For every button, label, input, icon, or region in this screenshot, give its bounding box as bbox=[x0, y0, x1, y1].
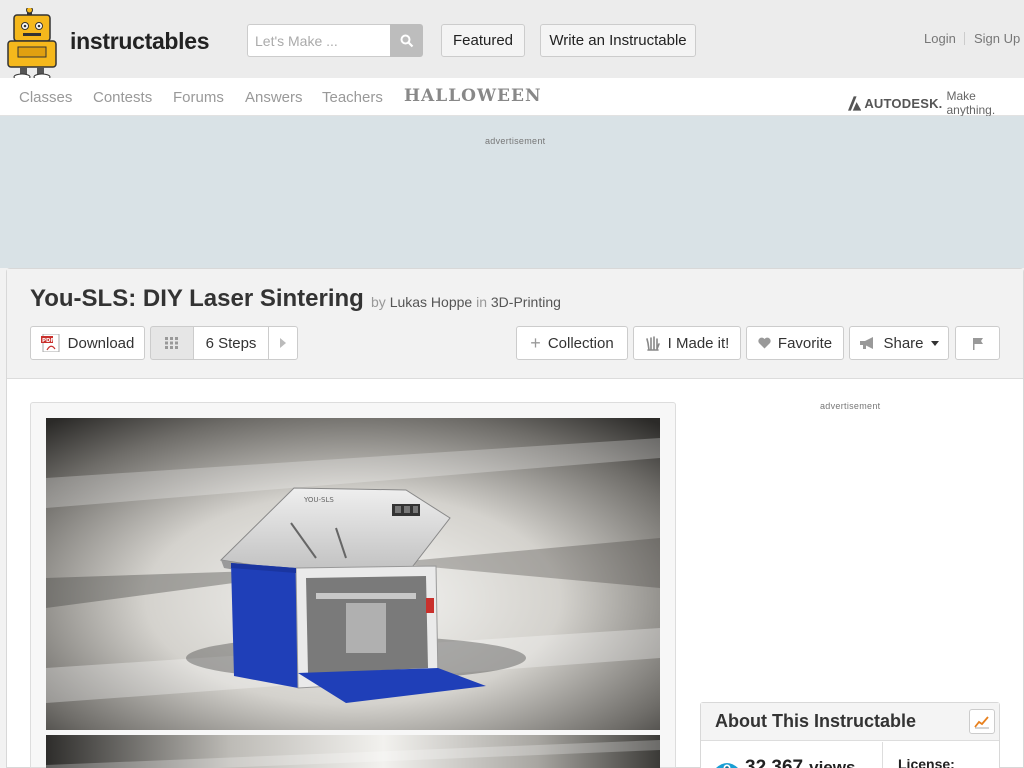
autodesk-branding[interactable]: AUTODESK. Make anything. bbox=[848, 89, 1024, 117]
featured-button[interactable]: Featured bbox=[441, 24, 525, 57]
download-button[interactable]: PDF Download bbox=[30, 326, 145, 360]
made-it-label: I Made it! bbox=[667, 334, 730, 352]
heart-icon bbox=[758, 337, 771, 349]
steps-count[interactable]: 6 Steps bbox=[194, 326, 268, 360]
byline: by Lukas Hoppe in 3D-Printing bbox=[371, 294, 561, 310]
write-instructable-button[interactable]: Write an Instructable bbox=[540, 24, 696, 57]
eye-icon bbox=[716, 763, 738, 768]
category-link[interactable]: 3D-Printing bbox=[491, 294, 561, 310]
nav-item-teachers[interactable]: Teachers bbox=[322, 89, 383, 106]
search-input[interactable]: Let's Make ... bbox=[247, 24, 390, 57]
nav-item-contests[interactable]: Contests bbox=[93, 89, 152, 106]
header-divider bbox=[964, 32, 965, 45]
download-label: Download bbox=[67, 334, 135, 352]
grid-icon bbox=[165, 337, 178, 349]
byline-in: in bbox=[476, 294, 487, 310]
next-step-button[interactable] bbox=[268, 326, 298, 360]
about-divider bbox=[882, 742, 883, 768]
pdf-icon: PDF bbox=[40, 334, 60, 352]
search-button[interactable] bbox=[390, 24, 423, 57]
about-title: About This Instructable bbox=[715, 711, 917, 731]
nav-item-answers[interactable]: Answers bbox=[245, 89, 303, 106]
views-label: views bbox=[809, 758, 856, 768]
byline-by: by bbox=[371, 294, 386, 310]
top-ad-label: advertisement bbox=[485, 136, 546, 146]
views-stat: 32,367 views bbox=[715, 757, 855, 768]
site-logo-text[interactable]: instructables bbox=[70, 28, 210, 55]
flag-icon bbox=[972, 337, 983, 350]
project-main-image[interactable]: YOU-SLS bbox=[46, 418, 660, 730]
sidebar-ad-label: advertisement bbox=[820, 401, 881, 411]
nav-item-forums[interactable]: Forums bbox=[173, 89, 224, 106]
favorite-button[interactable]: Favorite bbox=[746, 326, 844, 360]
steps-grid-button[interactable] bbox=[150, 326, 194, 360]
megaphone-icon bbox=[860, 337, 874, 349]
collection-label: Collection bbox=[547, 334, 614, 352]
autodesk-tagline: Make anything. bbox=[946, 89, 996, 117]
chart-trend-icon bbox=[974, 715, 989, 728]
plus-icon: + bbox=[530, 333, 541, 353]
search-icon bbox=[400, 34, 413, 47]
caret-down-icon bbox=[930, 340, 939, 346]
add-to-collection-button[interactable]: + Collection bbox=[516, 326, 628, 360]
favorite-label: Favorite bbox=[777, 334, 833, 352]
flag-button[interactable] bbox=[955, 326, 1000, 360]
views-count: 32,367 bbox=[745, 757, 804, 768]
chevron-right-icon bbox=[280, 338, 286, 348]
page-title: You-SLS: DIY Laser Sintering bbox=[30, 285, 364, 312]
svg-text:PDF: PDF bbox=[42, 338, 55, 344]
nav-item-halloween[interactable]: HALLOWEEN bbox=[404, 86, 542, 106]
nav-item-classes[interactable]: Classes bbox=[19, 89, 72, 106]
login-link[interactable]: Login bbox=[924, 31, 956, 46]
machine-label-text: YOU-SLS bbox=[303, 496, 334, 504]
signup-link[interactable]: Sign Up bbox=[974, 31, 1020, 46]
license-label: License: bbox=[898, 756, 955, 768]
hand-icon bbox=[645, 336, 660, 351]
autodesk-wordmark: AUTODESK. bbox=[864, 95, 943, 111]
project-second-image[interactable] bbox=[46, 735, 660, 768]
stats-button[interactable] bbox=[969, 709, 995, 734]
autodesk-logo-icon bbox=[848, 95, 862, 111]
i-made-it-button[interactable]: I Made it! bbox=[633, 326, 741, 360]
robot-logo-icon[interactable] bbox=[6, 8, 64, 80]
share-button[interactable]: Share bbox=[849, 326, 949, 360]
author-link[interactable]: Lukas Hoppe bbox=[390, 294, 473, 310]
share-label: Share bbox=[883, 334, 924, 352]
